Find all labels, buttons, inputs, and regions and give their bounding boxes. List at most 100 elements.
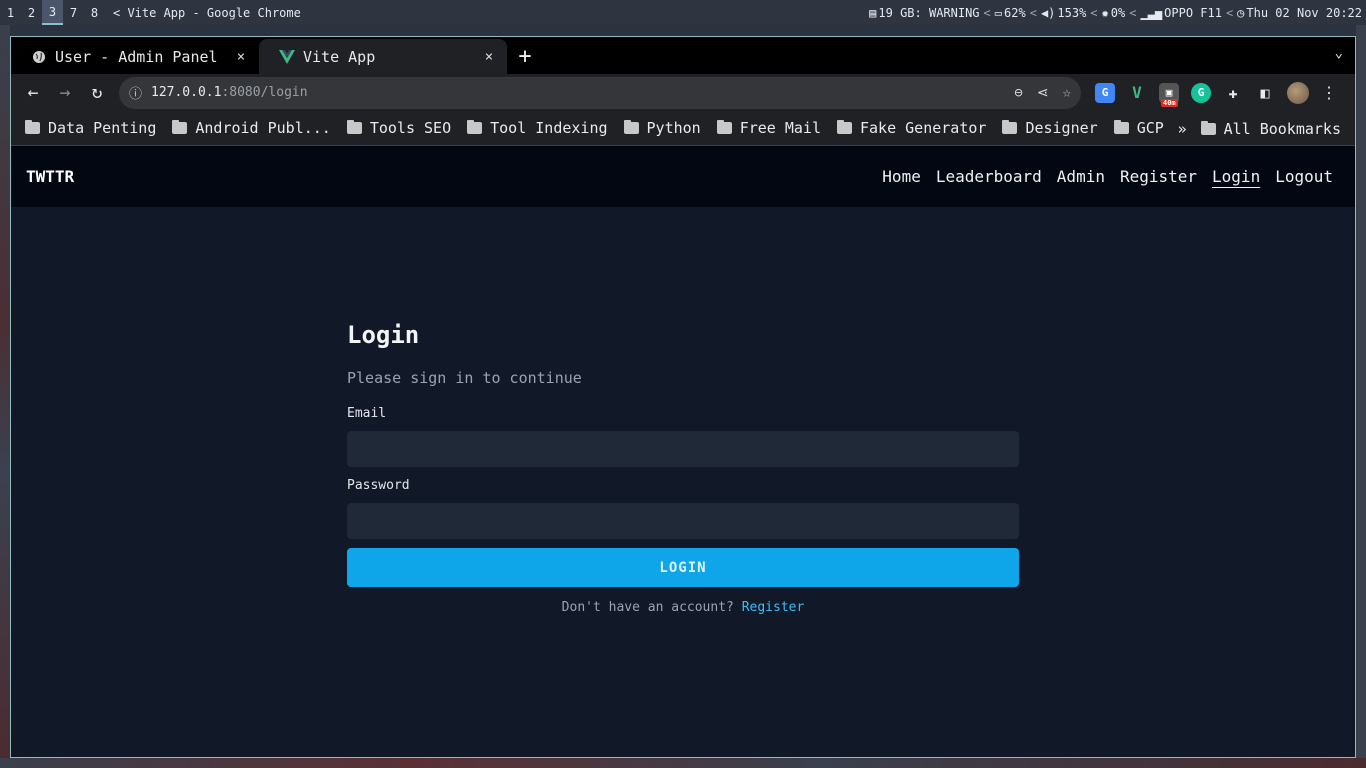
bookmark-folder[interactable]: GCP	[1113, 119, 1164, 137]
nav-logout[interactable]: Logout	[1275, 167, 1333, 186]
bookmark-folder[interactable]: Free Mail	[716, 119, 821, 137]
separator: <	[1129, 5, 1137, 20]
nav-login[interactable]: Login	[1212, 167, 1260, 186]
register-link[interactable]: Register	[742, 600, 805, 615]
nav-home[interactable]: Home	[882, 167, 921, 186]
globe-icon	[31, 49, 47, 65]
folder-icon	[716, 120, 732, 134]
nav-links: Home Leaderboard Admin Register Login Lo…	[882, 167, 1333, 186]
network-status: ▁▃▅ OPPO F11	[1140, 5, 1222, 20]
system-bar: 1 2 3 7 8 < Vite App - Google Chrome ▤ 19…	[0, 0, 1366, 25]
address-bar[interactable]: ⓘ 127.0.0.1:8080/login ⊖ ⋖ ☆	[119, 76, 1081, 109]
brightness-status: ✹ 0%	[1101, 5, 1126, 20]
star-icon[interactable]: ☆	[1063, 85, 1071, 101]
separator: <	[1090, 5, 1098, 20]
url-host: 127.0.0.1	[151, 85, 222, 100]
new-tab-button[interactable]: +	[507, 39, 543, 74]
password-field[interactable]	[347, 503, 1019, 539]
tab-admin-panel[interactable]: User - Admin Panel ×	[11, 39, 259, 74]
folder-icon	[172, 120, 188, 134]
reload-icon[interactable]: ↻	[81, 77, 113, 109]
bookmark-folder[interactable]: Data Penting	[25, 119, 156, 137]
folder-icon	[1113, 120, 1129, 134]
login-button[interactable]: LOGIN	[347, 548, 1019, 587]
sun-icon: ✹	[1101, 5, 1109, 20]
tab-title: User - Admin Panel	[55, 47, 218, 66]
web-page: TWTTR Home Leaderboard Admin Register Lo…	[11, 146, 1355, 757]
window-title: < Vite App - Google Chrome	[113, 5, 301, 20]
nav-register[interactable]: Register	[1120, 167, 1197, 186]
workspace-8[interactable]: 8	[84, 0, 105, 25]
workspace-1[interactable]: 1	[0, 0, 21, 25]
battery-icon: ▭	[994, 5, 1003, 20]
app-navbar: TWTTR Home Leaderboard Admin Register Lo…	[11, 146, 1355, 207]
workspace-3[interactable]: 3	[42, 0, 63, 25]
login-form: Login Please sign in to continue Email P…	[347, 321, 1019, 615]
brand-logo[interactable]: TWTTR	[26, 167, 74, 186]
clock-icon: ◷	[1237, 5, 1245, 20]
forward-arrow-icon[interactable]: →	[49, 77, 81, 109]
extensions-puzzle-icon[interactable]: ✚	[1223, 83, 1243, 103]
battery-status: ▭ 62%	[994, 5, 1026, 20]
email-label: Email	[347, 406, 387, 421]
nav-leaderboard[interactable]: Leaderboard	[936, 167, 1042, 186]
url-path: :8080/login	[221, 85, 308, 100]
vue-logo-icon	[279, 49, 295, 65]
browser-window: User - Admin Panel × Vite App × + ⌄ ← → …	[10, 36, 1356, 758]
bookmarks-overflow-button[interactable]: »	[1178, 120, 1187, 138]
bookmark-folder[interactable]: Fake Generator	[837, 119, 986, 137]
password-label: Password	[347, 478, 410, 493]
tab-title: Vite App	[303, 47, 376, 66]
bookmark-folder[interactable]: Python	[623, 119, 701, 137]
speaker-icon: ◀)	[1040, 5, 1056, 20]
close-icon[interactable]: ×	[233, 49, 249, 65]
more-menu-icon[interactable]: ⋮	[1321, 83, 1337, 102]
google-translate-icon[interactable]: G	[1095, 82, 1115, 103]
disk-icon: ▤	[869, 5, 877, 20]
wallpaper-bottom	[0, 758, 1366, 768]
folder-icon	[1002, 120, 1018, 134]
tab-strip: User - Admin Panel × Vite App × + ⌄	[11, 37, 1355, 74]
all-bookmarks-folder[interactable]: All Bookmarks	[1200, 120, 1341, 138]
disk-status: ▤ 19 GB: WARNING	[869, 5, 980, 20]
register-prompt: Don't have an account? Register	[347, 600, 1019, 615]
folder-icon	[837, 120, 852, 134]
bookmark-folder[interactable]: Android Publ...	[172, 119, 331, 137]
vue-devtools-icon[interactable]: V	[1127, 83, 1147, 103]
nav-admin[interactable]: Admin	[1057, 167, 1105, 186]
info-icon[interactable]: ⓘ	[129, 83, 151, 102]
separator: <	[1029, 5, 1037, 20]
folder-icon	[623, 120, 639, 134]
wallpaper-left	[0, 25, 10, 768]
browser-toolbar: ← → ↻ ⓘ 127.0.0.1:8080/login ⊖ ⋖ ☆ G V ▣…	[11, 74, 1355, 111]
bookmarks-bar: Data Penting Android Publ... Tools SEO T…	[11, 111, 1355, 146]
chevron-down-icon[interactable]: ⌄	[1335, 45, 1343, 61]
workspace-2[interactable]: 2	[21, 0, 42, 25]
folder-icon	[346, 120, 362, 134]
folder-icon	[467, 120, 483, 134]
recorder-extension-icon[interactable]: ▣ 40m	[1159, 82, 1179, 107]
bookmark-folder[interactable]: Tools SEO	[346, 119, 451, 137]
register-prompt-text: Don't have an account?	[561, 600, 734, 615]
separator: <	[1225, 5, 1234, 20]
back-arrow-icon[interactable]: ←	[17, 77, 49, 109]
tab-vite-app[interactable]: Vite App ×	[259, 39, 507, 74]
profile-avatar[interactable]	[1287, 81, 1309, 104]
zoom-out-icon[interactable]: ⊖	[1014, 85, 1022, 101]
bookmark-folder[interactable]: Tool Indexing	[467, 119, 608, 137]
signal-icon: ▁▃▅	[1140, 5, 1163, 20]
close-icon[interactable]: ×	[481, 49, 497, 65]
email-field[interactable]	[347, 431, 1019, 467]
workspace-7[interactable]: 7	[63, 0, 84, 25]
bookmark-folder[interactable]: Designer	[1002, 119, 1098, 137]
share-icon[interactable]: ⋖	[1037, 85, 1049, 101]
folder-icon	[1200, 120, 1216, 135]
extension-badge: 40m	[1161, 98, 1178, 107]
volume-status: ◀) 153%	[1040, 5, 1087, 20]
folder-icon	[25, 120, 40, 134]
side-panel-icon[interactable]: ◧	[1255, 83, 1275, 103]
wallpaper-right	[1356, 25, 1366, 768]
page-subtitle: Please sign in to continue	[347, 369, 582, 387]
page-title: Login	[347, 321, 420, 349]
grammarly-icon[interactable]: G	[1191, 82, 1211, 103]
